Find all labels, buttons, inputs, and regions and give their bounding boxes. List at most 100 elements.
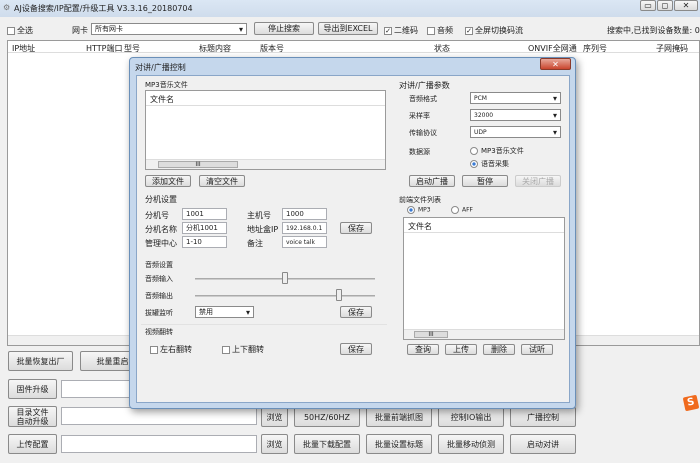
- video-save-button[interactable]: 保存: [340, 343, 372, 355]
- window-title: AJ设备搜索/IP配置/升级工具 V3.3.16_20180704: [14, 4, 193, 13]
- source-voice-radio[interactable]: 语音采集: [470, 159, 509, 169]
- batch-set-title-button[interactable]: 批量设置标题: [366, 434, 432, 454]
- search-status: 搜索中,已找到设备数量: 0: [607, 26, 700, 35]
- audio-output-thumb[interactable]: [336, 289, 342, 301]
- config-path-input[interactable]: [61, 435, 257, 453]
- listen-button[interactable]: 试听: [521, 344, 553, 355]
- browse-button-1[interactable]: 浏览: [261, 407, 288, 427]
- proto-label: 传输协议: [409, 129, 437, 137]
- table-header: IP地址 HTTP端口 型号 标题内容 版本号 状态 ONVIF全网通 序列号 …: [8, 41, 699, 53]
- firmware-upgrade-button[interactable]: 固件升级: [8, 379, 57, 399]
- ext-group-label: 分机设置: [145, 195, 177, 204]
- flip-lr-checkbox[interactable]: 左右翻转: [150, 344, 192, 355]
- col-title: 标题内容: [199, 44, 231, 53]
- dir-path-input[interactable]: [61, 407, 257, 425]
- start-talk-button[interactable]: 启动对讲: [510, 434, 576, 454]
- proto-select[interactable]: UDP: [470, 126, 561, 138]
- fullscreen-stream-checkbox[interactable]: ✓ 全屏切换码流: [465, 25, 523, 36]
- dialog-close-button[interactable]: ✕: [540, 58, 571, 70]
- center-label: 管理中心: [145, 239, 177, 248]
- ext-name-input[interactable]: 分机1001: [182, 222, 227, 234]
- stop-search-button[interactable]: 停止搜索: [254, 22, 314, 35]
- remote-file-list[interactable]: 文件名 III: [403, 217, 565, 340]
- ext-no-input[interactable]: 1001: [182, 208, 227, 220]
- delete-button[interactable]: 删除: [483, 344, 515, 355]
- col-mask: 子网掩码: [656, 44, 688, 53]
- remote-list-scrollbar[interactable]: III: [404, 329, 564, 339]
- select-all-checkbox[interactable]: 全选: [7, 25, 33, 36]
- source-mp3-radio[interactable]: MP3音乐文件: [470, 146, 524, 156]
- flip-ud-checkbox[interactable]: 上下翻转: [222, 344, 264, 355]
- nic-select[interactable]: 所有网卡: [91, 23, 247, 35]
- dialog-body: MP3音乐文件 文件名 III 添加文件 清空文件 分机设置 分机号 1001 …: [136, 75, 570, 403]
- nic-label: 网卡: [72, 26, 88, 35]
- monitor-label: 拔罐监听: [145, 309, 173, 317]
- close-button[interactable]: ✕: [674, 0, 698, 11]
- audio-input-label: 音频输入: [145, 275, 173, 283]
- ext-no-label: 分机号: [145, 211, 169, 220]
- sogou-ime-icon[interactable]: S: [682, 394, 700, 412]
- batch-snapshot-button[interactable]: 批量前端抓图: [366, 407, 432, 427]
- audio-input-thumb[interactable]: [282, 272, 288, 284]
- hz-button[interactable]: 50HZ/60HZ: [294, 407, 360, 427]
- col-http: HTTP端口: [86, 44, 123, 53]
- qrcode-checkbox[interactable]: ✓ 二维码: [384, 25, 418, 36]
- col-model: 型号: [124, 44, 140, 53]
- browse-button-2[interactable]: 浏览: [261, 434, 288, 454]
- rate-select[interactable]: 32000: [470, 109, 561, 121]
- audio-checkbox[interactable]: 音频: [427, 25, 453, 36]
- rate-label: 采样率: [409, 112, 430, 120]
- mp3-col-filename: 文件名: [150, 95, 174, 104]
- maximize-button[interactable]: ◻: [657, 0, 673, 11]
- col-onvif: ONVIF全网通: [528, 44, 577, 53]
- remote-aff-radio[interactable]: AFF: [451, 206, 473, 214]
- host-no-input[interactable]: 1000: [282, 208, 327, 220]
- audio-save-button[interactable]: 保存: [340, 306, 372, 318]
- host-ip-label: 地址盒IP: [247, 225, 279, 234]
- mp3-list-scrollbar[interactable]: III: [146, 159, 385, 169]
- factory-reset-button[interactable]: 批量恢复出厂: [8, 351, 73, 371]
- io-output-button[interactable]: 控制IO输出: [438, 407, 504, 427]
- remote-col-filename: 文件名: [408, 222, 432, 231]
- format-select[interactable]: PCM: [470, 92, 561, 104]
- audio-output-slider[interactable]: [195, 295, 375, 297]
- start-broadcast-button[interactable]: 启动广播: [409, 175, 455, 187]
- batch-download-config-button[interactable]: 批量下载配置: [294, 434, 360, 454]
- broadcast-control-button[interactable]: 广播控制: [510, 407, 576, 427]
- host-ip-input[interactable]: 192.168.0.1: [282, 222, 327, 234]
- export-excel-button[interactable]: 导出到EXCEL: [318, 22, 378, 35]
- center-input[interactable]: 1-10: [182, 236, 227, 248]
- audio-group-label: 音频设置: [145, 261, 173, 269]
- col-status: 状态: [434, 44, 450, 53]
- upload-button[interactable]: 上传: [445, 344, 477, 355]
- mp3-file-list[interactable]: 文件名 III: [145, 90, 386, 170]
- format-label: 音频格式: [409, 95, 437, 103]
- video-group-label: 视频翻转: [145, 328, 173, 336]
- col-version: 版本号: [260, 44, 284, 53]
- app-icon: ⚙: [3, 3, 11, 12]
- source-label: 数据源: [409, 148, 430, 156]
- add-file-button[interactable]: 添加文件: [145, 175, 191, 187]
- broadcast-dialog: 对讲/广播控制 ✕ MP3音乐文件 文件名 III 添加文件 清空文件 分机设置…: [129, 57, 576, 409]
- mp3-group-label: MP3音乐文件: [145, 81, 188, 89]
- host-no-label: 主机号: [247, 211, 271, 220]
- ext-save-button[interactable]: 保存: [340, 222, 372, 234]
- query-button[interactable]: 查询: [407, 344, 439, 355]
- minimize-button[interactable]: ▭: [640, 0, 656, 11]
- pause-button[interactable]: 暂停: [462, 175, 508, 187]
- stop-broadcast-button[interactable]: 关闭广播: [515, 175, 561, 187]
- remote-group-label: 前端文件列表: [399, 196, 441, 204]
- dialog-title: 对讲/广播控制: [135, 63, 186, 72]
- note-input[interactable]: voice talk: [282, 236, 327, 248]
- batch-motion-button[interactable]: 批量移动侦测: [438, 434, 504, 454]
- clear-file-button[interactable]: 清空文件: [199, 175, 245, 187]
- dir-upgrade-button[interactable]: 目录文件自动升级: [8, 406, 57, 427]
- title-bar: ⚙ AJ设备搜索/IP配置/升级工具 V3.3.16_20180704 ▭ ◻ …: [0, 0, 700, 17]
- upload-config-button[interactable]: 上传配置: [8, 434, 57, 454]
- monitor-select[interactable]: 禁用: [195, 306, 254, 318]
- remote-mp3-radio[interactable]: MP3: [407, 206, 431, 214]
- col-ip: IP地址: [12, 44, 36, 53]
- params-group-label: 对讲/广播参数: [399, 81, 450, 90]
- note-label: 备注: [247, 239, 263, 248]
- audio-output-label: 音频输出: [145, 292, 173, 300]
